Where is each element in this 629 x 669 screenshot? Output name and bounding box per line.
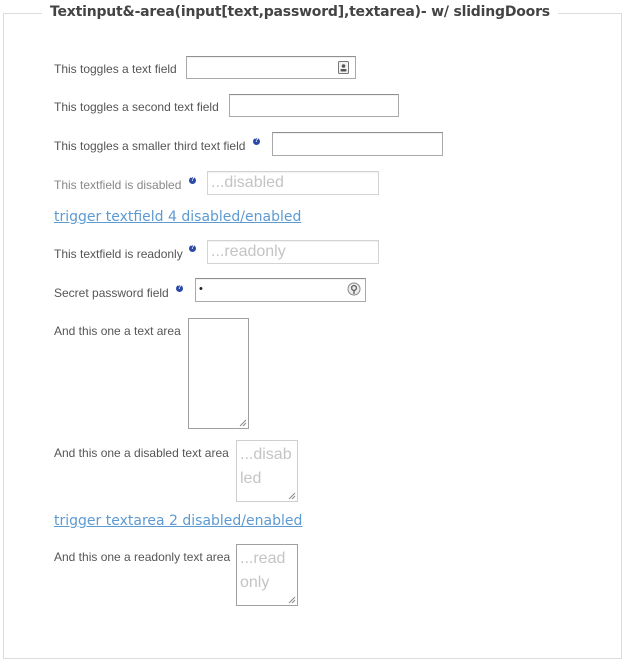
trigger-textarea-2-link[interactable]: trigger textarea 2 disabled/enabled — [54, 513, 302, 529]
resize-grip-icon — [288, 492, 296, 500]
text-field-2-label: This toggles a second text field — [54, 100, 219, 114]
help-icon[interactable]: ? — [176, 285, 183, 292]
text-field-3[interactable] — [272, 132, 443, 156]
text-field-4-label: This textfield is disabled — [54, 178, 182, 192]
password-field[interactable]: • — [195, 278, 366, 302]
password-field-label: Secret password field — [54, 286, 169, 300]
text-field-4-disabled: ...disabled — [207, 171, 379, 195]
help-icon[interactable]: ? — [253, 138, 260, 145]
help-icon[interactable]: ? — [189, 245, 196, 252]
text-field-4-value: ...disabled — [211, 174, 284, 191]
textarea-2-disabled: ...disabled — [236, 440, 298, 502]
textarea-3-readonly[interactable]: ...readonly — [236, 544, 298, 606]
fieldset-legend: Textinput&-area(input[text,password],tex… — [42, 4, 558, 20]
textarea-1-label: And this one a text area — [54, 324, 181, 338]
textarea-1[interactable] — [188, 318, 249, 429]
text-field-1[interactable] — [186, 56, 356, 79]
textarea-3-label: And this one a readonly text area — [54, 550, 231, 564]
resize-grip-icon[interactable] — [239, 419, 247, 427]
text-field-3-label: This toggles a smaller third text field — [54, 139, 246, 153]
trigger-textfield-4-link[interactable]: trigger textfield 4 disabled/enabled — [54, 209, 301, 225]
resize-grip-icon[interactable] — [288, 596, 296, 604]
contact-card-icon[interactable] — [338, 61, 349, 74]
keychain-icon[interactable] — [347, 282, 361, 296]
text-field-5-readonly[interactable]: ...readonly — [207, 240, 379, 264]
text-field-5-label: This textfield is readonly — [54, 247, 183, 261]
text-field-5-value: ...readonly — [211, 243, 286, 260]
textarea-2-value: ...disabled — [240, 446, 292, 487]
textarea-3-value: ...readonly — [240, 550, 286, 591]
text-field-1-label: This toggles a text field — [54, 62, 177, 76]
help-icon[interactable]: ? — [189, 177, 196, 184]
text-field-2[interactable] — [229, 94, 399, 117]
textarea-2-label: And this one a disabled text area — [54, 446, 229, 460]
password-value: • — [199, 283, 203, 295]
